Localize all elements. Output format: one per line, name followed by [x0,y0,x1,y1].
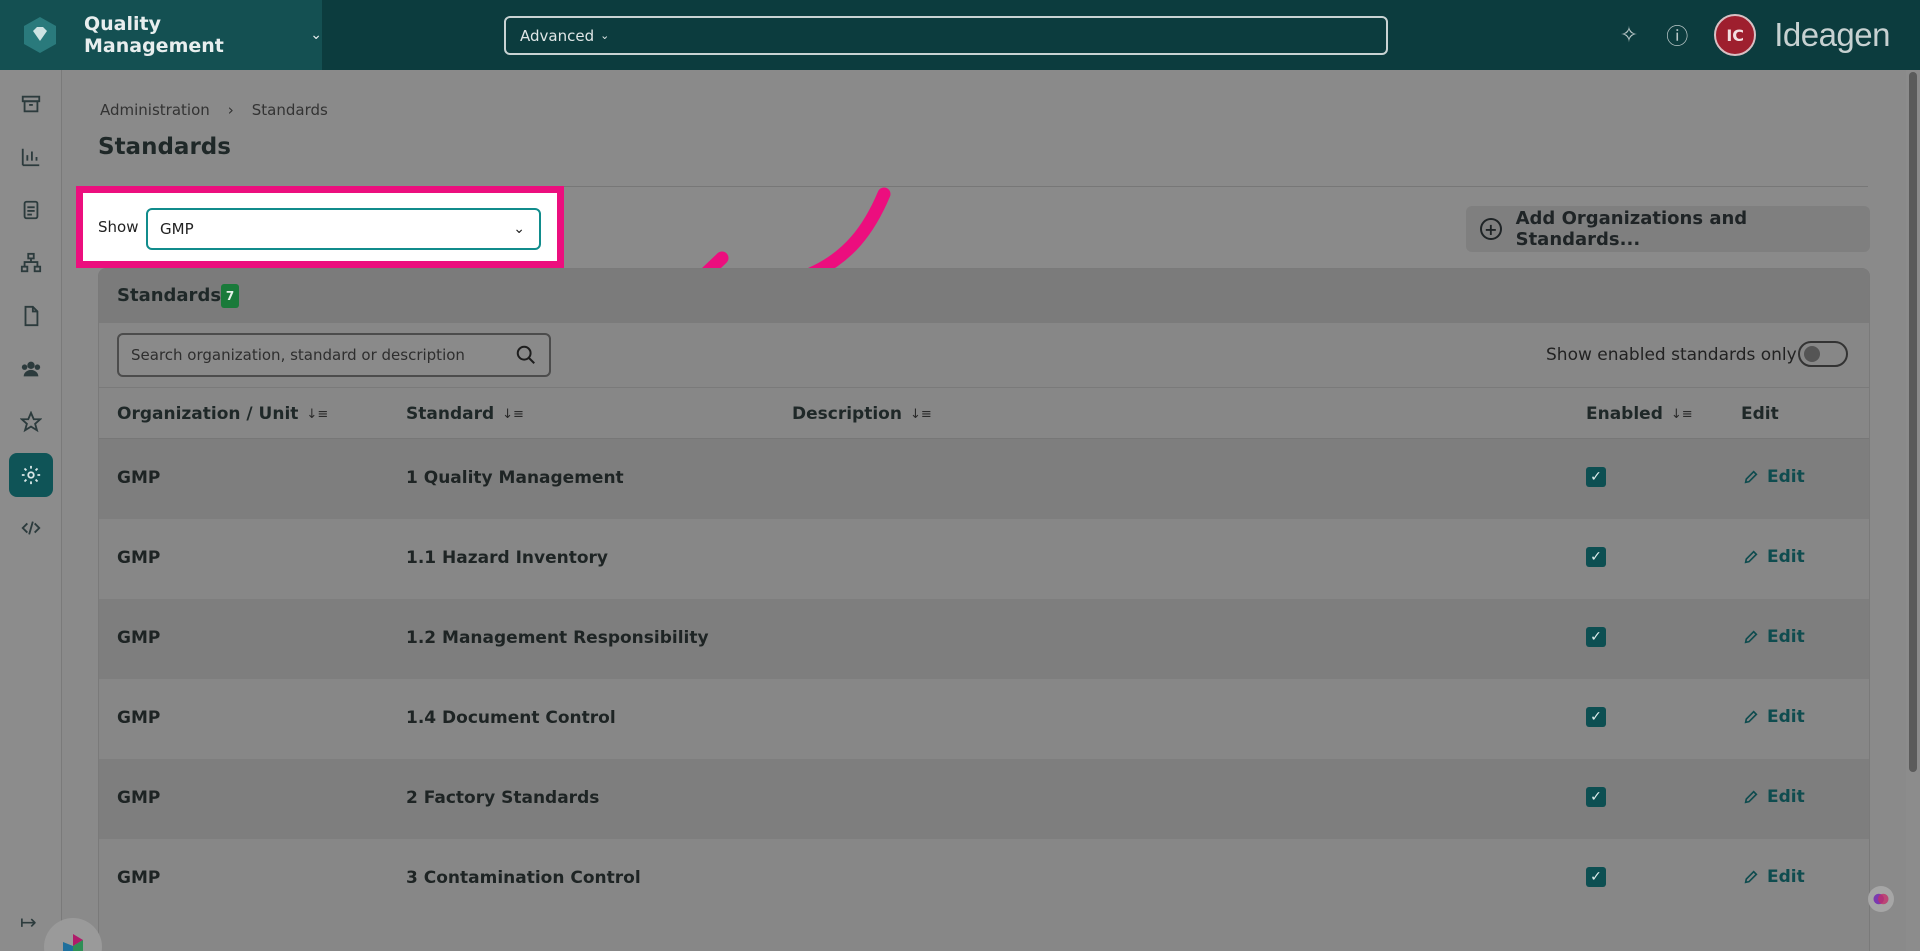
chevron-down-icon: ⌄ [600,29,610,42]
sort-icon: ↓≡ [502,406,524,422]
sort-icon: ↓≡ [909,406,932,422]
global-search[interactable]: Advanced ⌄ [504,16,1388,55]
cell-standard: 2 Factory Standards [406,788,600,808]
count-badge: 7 [221,284,239,308]
chevron-down-icon: ⌄ [310,27,322,43]
chevron-right-icon: › [227,101,234,119]
cell-organization: GMP [117,548,161,568]
header-description[interactable]: Description ↓≡ [792,404,932,424]
star-icon[interactable] [9,400,53,444]
enabled-only-toggle[interactable] [1798,341,1848,367]
enabled-checkbox[interactable]: ✓ [1586,867,1606,887]
cell-standard: 1.1 Hazard Inventory [406,548,608,568]
top-actions: ✧ ⓘ IC Ideagen [1592,0,1890,70]
plus-circle-icon: + [1480,218,1502,240]
header-edit: Edit [1741,404,1779,424]
vertical-scrollbar[interactable] [1906,70,1920,951]
brand-logo: Ideagen [1774,16,1890,53]
add-organizations-button[interactable]: + Add Organizations and Standards... [1466,206,1870,252]
table-row: GMP 1.4 Document Control ✓ Edit [99,679,1869,759]
file-icon[interactable] [9,294,53,338]
sort-icon: ↓≡ [1670,406,1693,422]
show-label: Show [98,218,139,236]
pencil-icon [1744,870,1758,884]
table-row: GMP 2 Factory Standards ✓ Edit [99,759,1869,839]
chevron-down-icon: ⌄ [513,221,525,237]
gear-icon[interactable] [9,453,53,497]
header-enabled[interactable]: Enabled ↓≡ [1586,404,1693,424]
main-content: Administration › Standards Standards Sho… [44,70,1904,951]
collapse-icon[interactable]: ↦ [20,910,37,934]
help-icon[interactable]: ⓘ [1666,19,1688,51]
cell-organization: GMP [117,468,161,488]
enabled-checkbox[interactable]: ✓ [1586,547,1606,567]
enabled-checkbox[interactable]: ✓ [1586,627,1606,647]
standards-search-input[interactable]: Search organization, standard or descrip… [117,333,551,377]
breadcrumb: Administration › Standards [100,101,328,119]
toggle-knob [1804,346,1820,362]
show-dropdown-value: GMP [160,220,194,238]
cell-organization: GMP [117,628,161,648]
breadcrumb-standards: Standards [251,101,328,119]
people-icon[interactable] [9,347,53,391]
app-switcher[interactable]: Quality Management ⌄ [0,0,322,70]
card-header [99,269,1869,323]
cell-organization: GMP [117,868,161,888]
header-standard[interactable]: Standard ↓≡ [406,404,524,424]
edit-button[interactable]: Edit [1743,547,1805,567]
table-row: GMP 3 Contamination Control ✓ Edit [99,839,1869,919]
enabled-checkbox[interactable]: ✓ [1586,467,1606,487]
pencil-icon [1744,470,1758,484]
card-title: Standards [117,285,222,306]
page-title: Standards [98,134,231,160]
enabled-checkbox[interactable]: ✓ [1586,707,1606,727]
avatar[interactable]: IC [1714,14,1757,56]
edit-button[interactable]: Edit [1743,707,1805,727]
table-row: GMP 1.2 Management Responsibility ✓ Edit [99,599,1869,679]
brain-icon[interactable] [1868,886,1894,912]
standards-card: Standards 7 Search organization, standar… [98,268,1870,951]
edit-button[interactable]: Edit [1743,627,1805,647]
code-icon[interactable] [9,506,53,550]
document-icon[interactable] [9,188,53,232]
top-bar: Quality Management ⌄ Advanced ⌄ ✧ ⓘ IC I… [0,0,1920,70]
header-organization[interactable]: Organization / Unit ↓≡ [117,404,328,424]
cell-standard: 3 Contamination Control [406,868,641,888]
scrollbar-thumb[interactable] [1909,72,1917,772]
search-mode-label[interactable]: Advanced [520,27,594,45]
org-chart-icon[interactable] [9,241,53,285]
side-nav [0,70,62,951]
show-dropdown[interactable]: GMP ⌄ [146,208,541,250]
edit-button[interactable]: Edit [1743,867,1805,887]
cell-organization: GMP [117,788,161,808]
diamond-logo-icon [20,15,60,55]
sort-icon: ↓≡ [306,406,329,422]
pencil-icon [1744,710,1758,724]
enabled-checkbox[interactable]: ✓ [1586,787,1606,807]
assistant-logo-icon [63,934,83,951]
search-placeholder: Search organization, standard or descrip… [131,346,465,364]
search-icon[interactable] [515,344,537,366]
sparkle-icon[interactable]: ✧ [1620,23,1638,48]
app-title: Quality Management [84,13,224,57]
cell-organization: GMP [117,708,161,728]
edit-button[interactable]: Edit [1743,787,1805,807]
table-row: GMP 1 Quality Management ✓ Edit [99,439,1869,519]
table-header: Organization / Unit ↓≡ Standard ↓≡ Descrip… [99,387,1869,439]
archive-icon[interactable] [9,82,53,126]
pencil-icon [1744,630,1758,644]
breadcrumb-administration[interactable]: Administration [100,101,210,119]
pencil-icon [1744,790,1758,804]
table-row: GMP 1.1 Hazard Inventory ✓ Edit [99,519,1869,599]
cell-standard: 1.2 Management Responsibility [406,628,709,648]
add-organizations-label: Add Organizations and Standards... [1515,208,1748,250]
pencil-icon [1744,550,1758,564]
chart-icon[interactable] [9,135,53,179]
cell-standard: 1.4 Document Control [406,708,616,728]
toggle-label: Show enabled standards only [1546,345,1797,365]
edit-button[interactable]: Edit [1743,467,1805,487]
cell-standard: 1 Quality Management [406,468,624,488]
